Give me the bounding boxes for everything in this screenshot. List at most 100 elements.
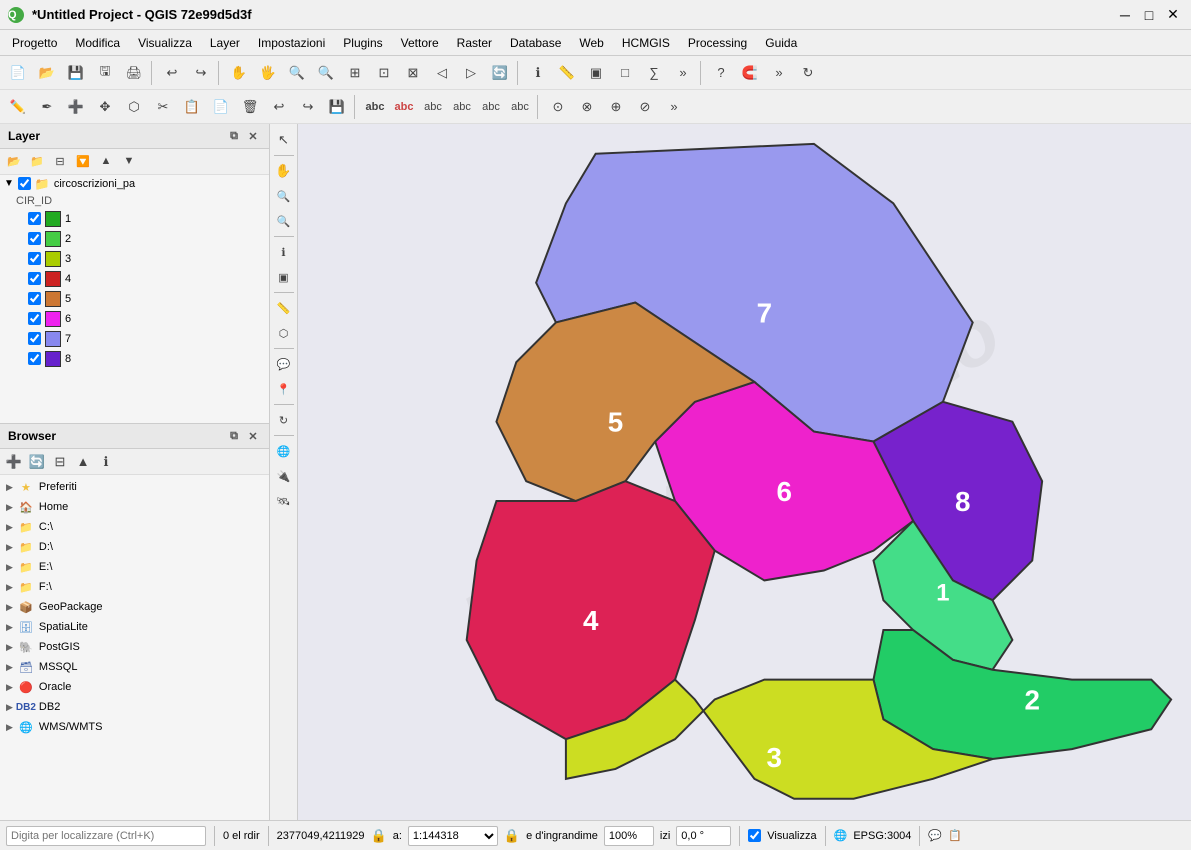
layer-4-checkbox[interactable] <box>28 272 41 285</box>
more3-button[interactable]: » <box>660 94 688 120</box>
node-button[interactable]: ⬡ <box>120 94 148 120</box>
help-button[interactable]: ? <box>707 60 735 86</box>
more-button[interactable]: » <box>669 60 697 86</box>
menu-database[interactable]: Database <box>502 34 569 52</box>
pan-button[interactable]: ✋ <box>225 60 253 86</box>
pan-tool[interactable]: ✋ <box>272 159 296 183</box>
layer-panel-float[interactable]: ⧉ <box>226 128 242 144</box>
zoom-in-tool[interactable]: 🔍 <box>272 184 296 208</box>
label-btn6[interactable]: abc <box>506 94 534 120</box>
layer-5-checkbox[interactable] <box>28 292 41 305</box>
browser-info-btn[interactable]: ℹ <box>95 451 117 473</box>
rotation-tool[interactable]: ↻ <box>272 408 296 432</box>
browser-item-postgis[interactable]: ▶ 🐘 PostGIS <box>0 637 269 657</box>
pan-map-button[interactable]: 🖐 <box>254 60 282 86</box>
log-icon[interactable]: 📋 <box>948 829 962 842</box>
layer-item-6[interactable]: 6 <box>0 309 269 329</box>
pin-tool[interactable]: 📍 <box>272 377 296 401</box>
layer-2-checkbox[interactable] <box>28 232 41 245</box>
measure-tool[interactable]: 📏 <box>272 296 296 320</box>
save-edits-button[interactable]: 💾 <box>323 94 351 120</box>
render-checkbox[interactable] <box>748 829 761 842</box>
layer-item-7[interactable]: 7 <box>0 329 269 349</box>
zoom-full-button[interactable]: ⊞ <box>341 60 369 86</box>
layer-item-2[interactable]: 2 <box>0 229 269 249</box>
browser-panel-float[interactable]: ⧉ <box>226 428 242 444</box>
browser-panel-close[interactable]: ✕ <box>245 428 261 444</box>
layer-item-4[interactable]: 4 <box>0 269 269 289</box>
browser-collapse-btn[interactable]: ▲ <box>72 451 94 473</box>
undo2-button[interactable]: ↩ <box>265 94 293 120</box>
menu-visualizza[interactable]: Visualizza <box>130 34 200 52</box>
redo2-button[interactable]: ↪ <box>294 94 322 120</box>
label-btn2[interactable]: abc <box>390 94 418 120</box>
layer-6-checkbox[interactable] <box>28 312 41 325</box>
search-input[interactable] <box>6 826 206 846</box>
maximize-button[interactable]: □ <box>1139 5 1159 25</box>
zoom-out-button[interactable]: 🔍 <box>312 60 340 86</box>
browser-item-mssql[interactable]: ▶ 🗃 MSSQL <box>0 657 269 677</box>
layer-7-checkbox[interactable] <box>28 332 41 345</box>
print-button[interactable]: 🖨 <box>120 60 148 86</box>
menu-processing[interactable]: Processing <box>680 34 755 52</box>
diagram-btn3[interactable]: ⊕ <box>602 94 630 120</box>
snap-button[interactable]: 🧲 <box>736 60 764 86</box>
open-project-button[interactable]: 📂 <box>33 60 61 86</box>
layer-3-checkbox[interactable] <box>28 252 41 265</box>
layer-visibility-checkbox[interactable] <box>18 177 31 190</box>
menu-guida[interactable]: Guida <box>757 34 805 52</box>
zoom-in-button[interactable]: 🔍 <box>283 60 311 86</box>
layer-item-8[interactable]: 8 <box>0 349 269 369</box>
menu-raster[interactable]: Raster <box>449 34 500 52</box>
identify-button[interactable]: ℹ <box>524 60 552 86</box>
close-button[interactable]: ✕ <box>1163 5 1183 25</box>
layer-8-checkbox[interactable] <box>28 352 41 365</box>
layer-row-main[interactable]: ▼ 📁 circoscrizioni_pa <box>0 175 269 193</box>
browser-item-oracle[interactable]: ▶ 🔴 Oracle <box>0 677 269 697</box>
filter-layer-btn[interactable]: ⊟ <box>49 150 71 172</box>
filter-legend-btn[interactable]: 🔽 <box>72 150 94 172</box>
menu-modifica[interactable]: Modifica <box>67 34 128 52</box>
layer-item-1[interactable]: 1 <box>0 209 269 229</box>
measure-area-tool[interactable]: ⬡ <box>272 321 296 345</box>
menu-vettore[interactable]: Vettore <box>393 34 447 52</box>
messages-icon[interactable]: 💬 <box>928 829 942 842</box>
move-button[interactable]: ✥ <box>91 94 119 120</box>
browser-add-btn[interactable]: ➕ <box>3 451 25 473</box>
paste-button[interactable]: 📄 <box>207 94 235 120</box>
map-area[interactable]: ↖ ✋ 🔍 🔍 ℹ ▣ 📏 ⬡ 💬 📍 ↻ 🌐 🔌 🛰 <box>270 124 1191 820</box>
browser-item-wms[interactable]: ▶ 🌐 WMS/WMTS <box>0 717 269 737</box>
select-tool[interactable]: ▣ <box>272 265 296 289</box>
save-project-button[interactable]: 💾 <box>62 60 90 86</box>
menu-impostazioni[interactable]: Impostazioni <box>250 34 333 52</box>
network-tool[interactable]: 🔌 <box>272 464 296 488</box>
diagram-btn2[interactable]: ⊗ <box>573 94 601 120</box>
satellite-tool[interactable]: 🛰 <box>272 489 296 513</box>
edit-mode-button[interactable]: ✏️ <box>4 94 32 120</box>
move-up-btn[interactable]: ▲ <box>95 150 117 172</box>
measure-button[interactable]: 📏 <box>553 60 581 86</box>
rotate-button[interactable]: ↻ <box>794 60 822 86</box>
menu-hcmgis[interactable]: HCMGIS <box>614 34 678 52</box>
copy-button[interactable]: 📋 <box>178 94 206 120</box>
browser-item-db2[interactable]: ▶ DB2 DB2 <box>0 697 269 717</box>
zoom-next-button[interactable]: ▷ <box>457 60 485 86</box>
minimize-button[interactable]: ─ <box>1115 5 1135 25</box>
digitize-button[interactable]: ✒ <box>33 94 61 120</box>
refresh-button[interactable]: 🔄 <box>486 60 514 86</box>
delete-button[interactable]: 🗑 <box>236 94 264 120</box>
browser-refresh-btn[interactable]: 🔄 <box>26 451 48 473</box>
layer-panel-close[interactable]: ✕ <box>245 128 261 144</box>
label-btn4[interactable]: abc <box>448 94 476 120</box>
new-project-button[interactable]: 📄 <box>4 60 32 86</box>
undo-button[interactable]: ↩ <box>158 60 186 86</box>
label-btn1[interactable]: abc <box>361 94 389 120</box>
menu-progetto[interactable]: Progetto <box>4 34 65 52</box>
zoom-layer-button[interactable]: ⊠ <box>399 60 427 86</box>
zoom-selection-button[interactable]: ⊡ <box>370 60 398 86</box>
menu-layer[interactable]: Layer <box>202 34 248 52</box>
browser-item-c[interactable]: ▶ 📁 C:\ <box>0 517 269 537</box>
select-button[interactable]: ▣ <box>582 60 610 86</box>
stats-button[interactable]: ∑ <box>640 60 668 86</box>
annotation-tool[interactable]: 💬 <box>272 352 296 376</box>
